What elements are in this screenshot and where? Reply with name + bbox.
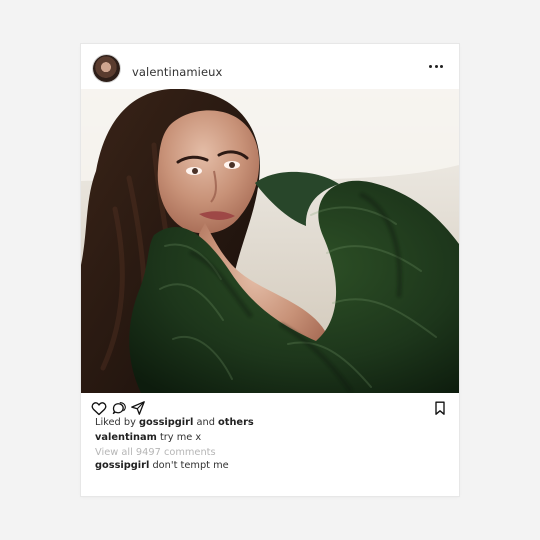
left-eye-iris [192, 168, 198, 174]
right-eye-iris [229, 162, 235, 168]
likes-text: Liked by gossipgirl and others [95, 415, 445, 430]
profile-avatar[interactable] [93, 55, 120, 82]
liked-by-username[interactable]: gossipgirl [139, 417, 193, 428]
post-caption: valentinam try me x [95, 430, 445, 445]
comment-text: don't tempt me [152, 460, 229, 471]
more-dot-icon [429, 64, 432, 68]
comment-username[interactable]: gossipgirl [95, 460, 149, 471]
screen-background: valentinamieux Liked by gossipgirl and o… [0, 0, 540, 540]
portrait-photo-art [81, 89, 459, 393]
post-header: valentinamieux [81, 44, 459, 89]
caption-text: try me x [159, 432, 202, 443]
post-username[interactable]: valentinamieux [132, 64, 222, 80]
likes-prefix: Liked by [95, 417, 136, 428]
more-dot-icon [440, 64, 443, 68]
instagram-post-card: valentinamieux Liked by gossipgirl and o… [81, 44, 459, 496]
caption-username[interactable]: valentinam [95, 432, 157, 443]
liked-by-others[interactable]: others [218, 417, 254, 428]
comment-preview: gossipgirl don't tempt me [95, 458, 445, 473]
more-options-button[interactable] [429, 61, 443, 71]
more-dot-icon [434, 64, 438, 68]
likes-middle-text: and [196, 417, 215, 428]
post-photo[interactable] [81, 89, 459, 393]
